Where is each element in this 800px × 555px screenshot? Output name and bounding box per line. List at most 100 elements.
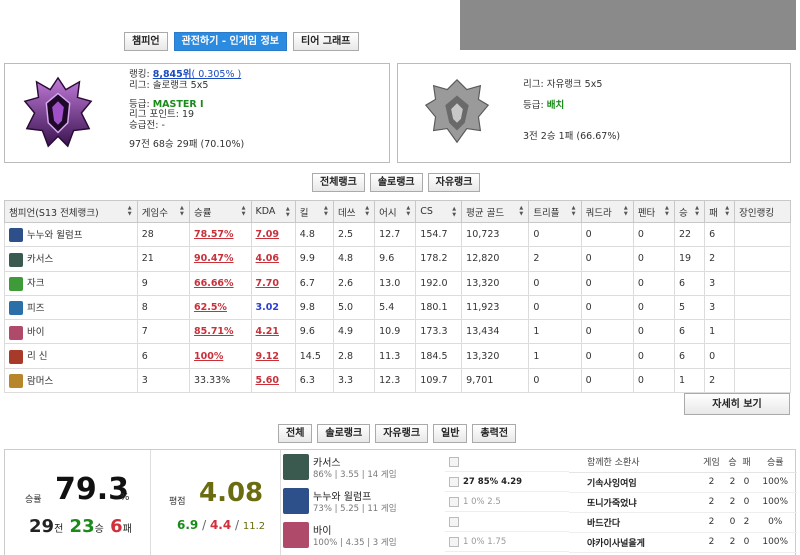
cell-kda: 7.70: [250, 270, 296, 296]
recent-games-summary: 승률 79.3 % 29전 23승 6패 평점 4.08 6.9 / 4.4 /…: [4, 449, 797, 555]
table-row[interactable]: 바이 7 85.71% 4.21 9.6 4.9 10.9 173.3 13,434 1 0 0 6 1: [4, 319, 791, 345]
col-header-quadra[interactable]: 쿼드라 ▲▼: [580, 200, 634, 223]
cell-gold: 12,820: [461, 246, 530, 272]
cell-quadra: 0: [580, 270, 634, 296]
champion-cell[interactable]: 카서스: [4, 246, 138, 272]
tier-value: MASTER I: [152, 98, 204, 110]
duo-row: 또니가죽었냐 2 2 0 100%: [569, 492, 797, 513]
champion-stats: 100% | 4.35 | 3 게임: [313, 538, 397, 548]
cell-k: 9.8: [294, 294, 334, 321]
cell-games: 3: [136, 367, 190, 394]
sort-icon[interactable]: ▲▼: [323, 205, 329, 217]
sort-icon[interactable]: ▲▼: [285, 206, 291, 218]
col-header-games[interactable]: 게임수 ▲▼: [136, 200, 190, 223]
tab-flex-rank[interactable]: 자유랭크: [427, 173, 481, 192]
filter-normal[interactable]: 일반: [433, 424, 468, 443]
filter-all[interactable]: 전체: [278, 424, 313, 443]
duo-header-wins: 승: [725, 452, 740, 473]
cell-kda: 9.12: [250, 343, 296, 369]
col-header-kills[interactable]: 킬 ▲▼: [294, 200, 334, 223]
sort-icon[interactable]: ▲▼: [127, 205, 133, 217]
sort-icon[interactable]: ▲▼: [571, 205, 577, 217]
cell-quadra: 0: [580, 319, 634, 345]
champion-cell[interactable]: 리 신: [4, 343, 138, 369]
tab-tier-graph[interactable]: 티어 그래프: [293, 32, 359, 51]
champion-stats-table: 챔피언(S13 전체랭크) ▲▼ 게임수 ▲▼ 승률 ▲▼ KDA ▲▼ 킬 ▲▼ 데쓰 ▲▼ 어시 ▲▼…: [4, 200, 791, 394]
table-row[interactable]: 리 신 6 100% 9.12 14.5 2.8 11.3 184.5 13,320 1 0 0 6 0: [4, 343, 791, 369]
tier-label: 등급:: [129, 98, 150, 110]
cell-quadra: 0: [580, 246, 634, 272]
cell-quadra: 0: [580, 294, 634, 321]
cell-w: 22: [673, 221, 706, 248]
sort-icon[interactable]: ▲▼: [241, 205, 247, 217]
sort-icon[interactable]: ▲▼: [364, 205, 370, 217]
cell-d: 2.6: [332, 270, 376, 296]
spell-row: 27 85% 4.29: [445, 472, 569, 492]
win-loss-record: 29전 23승 6패: [29, 516, 132, 537]
duo-cell-losses: 0: [739, 532, 754, 553]
view-details-button[interactable]: 자세히 보기: [684, 393, 790, 415]
duo-cell-winrate: 100%: [753, 492, 797, 513]
sort-icon[interactable]: ▲▼: [405, 205, 411, 217]
duo-summoner-link[interactable]: 기속사잉여임: [569, 472, 698, 493]
tab-spectate[interactable]: 관전하기 - 인게임 정보: [173, 32, 288, 51]
duo-summoner-link[interactable]: 야카이사널을게: [569, 532, 698, 553]
cell-a: 5.4: [374, 294, 417, 321]
champion-portrait-icon: [9, 325, 23, 340]
filter-flex[interactable]: 자유랭크: [375, 424, 429, 443]
col-header-deaths[interactable]: 데쓰 ▲▼: [332, 200, 376, 223]
col-header-assists[interactable]: 어시 ▲▼: [374, 200, 417, 223]
tab-champion[interactable]: 챔피언: [124, 32, 168, 51]
col-header-mastery-rank[interactable]: 장인랭킹: [734, 200, 791, 223]
spell-row: [445, 512, 569, 532]
champion-name: 누누와 윌럼프: [313, 492, 372, 503]
table-row[interactable]: 자크 9 66.66% 7.70 6.7 2.6 13.0 192.0 13,320 0 0 0 6 3: [4, 270, 791, 296]
champion-cell[interactable]: 람머스: [4, 367, 138, 394]
recent-champion-row[interactable]: 카서스 86% | 3.55 | 14 게임: [283, 452, 443, 484]
cell-k: 9.9: [294, 246, 334, 272]
col-header-winrate[interactable]: 승률 ▲▼: [188, 200, 252, 223]
sort-icon[interactable]: ▲▼: [179, 205, 185, 217]
sort-icon[interactable]: ▲▼: [623, 205, 629, 217]
col-header-avg-gold[interactable]: 평균 골드 ▲▼: [461, 200, 530, 223]
col-header-kda[interactable]: KDA ▲▼: [250, 200, 296, 223]
champion-name: 람머스: [27, 375, 54, 387]
col-header-triple[interactable]: 트리플 ▲▼: [528, 200, 582, 223]
solo-league: 리그: 솔로랭크 5x5: [129, 79, 209, 91]
col-header-losses[interactable]: 패 ▲▼: [704, 200, 736, 223]
tab-all-rank[interactable]: 전체랭크: [312, 173, 365, 192]
champion-cell[interactable]: 누누와 윌럼프: [4, 221, 138, 248]
table-row[interactable]: 카서스 21 90.47% 4.06 9.9 4.8 9.6 178.2 12,820 2 0 0 19…: [4, 246, 791, 272]
filter-solo[interactable]: 솔로랭크: [317, 424, 371, 443]
sort-icon[interactable]: ▲▼: [664, 205, 670, 217]
duo-summoner-link[interactable]: 또니가죽었냐: [569, 492, 698, 513]
rank-link[interactable]: 8,845위( 0.305% ): [153, 69, 241, 80]
cell-wr: 100%: [188, 343, 252, 369]
col-header-cs[interactable]: CS ▲▼: [415, 200, 463, 223]
sort-icon[interactable]: ▲▼: [694, 205, 700, 217]
champion-cell[interactable]: 피즈: [4, 294, 138, 321]
champion-portrait-icon: [9, 301, 23, 316]
col-header-penta[interactable]: 펜타 ▲▼: [632, 200, 675, 223]
sort-icon[interactable]: ▲▼: [451, 206, 457, 218]
cell-triple: 0: [528, 367, 582, 394]
table-row[interactable]: 피즈 8 62.5% 3.02 9.8 5.0 5.4 180.1 11,923 0 0 0 5 3: [4, 294, 791, 321]
champion-stats: 73% | 5.25 | 11 게임: [313, 504, 397, 514]
recent-champion-row[interactable]: 누누와 윌럼프 73% | 5.25 | 11 게임: [283, 486, 443, 518]
tab-solo-rank[interactable]: 솔로랭크: [369, 173, 423, 192]
duo-cell-games: 2: [697, 472, 726, 493]
filter-aram[interactable]: 총력전: [472, 424, 517, 443]
sort-icon[interactable]: ▲▼: [724, 205, 730, 217]
duo-header-games: 게임: [697, 452, 726, 473]
col-header-wins[interactable]: 승 ▲▼: [673, 200, 706, 223]
cell-penta: 0: [632, 319, 675, 345]
champion-cell[interactable]: 바이: [4, 319, 138, 345]
table-row[interactable]: 누누와 윌럼프 28 78.57% 7.09 4.8 2.5 12.7 154.7 10,723…: [4, 221, 791, 248]
col-header-champion[interactable]: 챔피언(S13 전체랭크) ▲▼: [4, 200, 138, 223]
duo-summoner-link[interactable]: 바드간다: [569, 512, 698, 533]
table-row[interactable]: 람머스 3 33.33% 5.60 6.3 3.3 12.3 109.7 9,701 0 0 0 1 2: [4, 367, 791, 394]
duo-cell-games: 2: [697, 512, 726, 533]
champion-cell[interactable]: 자크: [4, 270, 138, 296]
sort-icon[interactable]: ▲▼: [518, 205, 524, 217]
recent-champion-row[interactable]: 바이 100% | 4.35 | 3 게임: [283, 520, 443, 552]
